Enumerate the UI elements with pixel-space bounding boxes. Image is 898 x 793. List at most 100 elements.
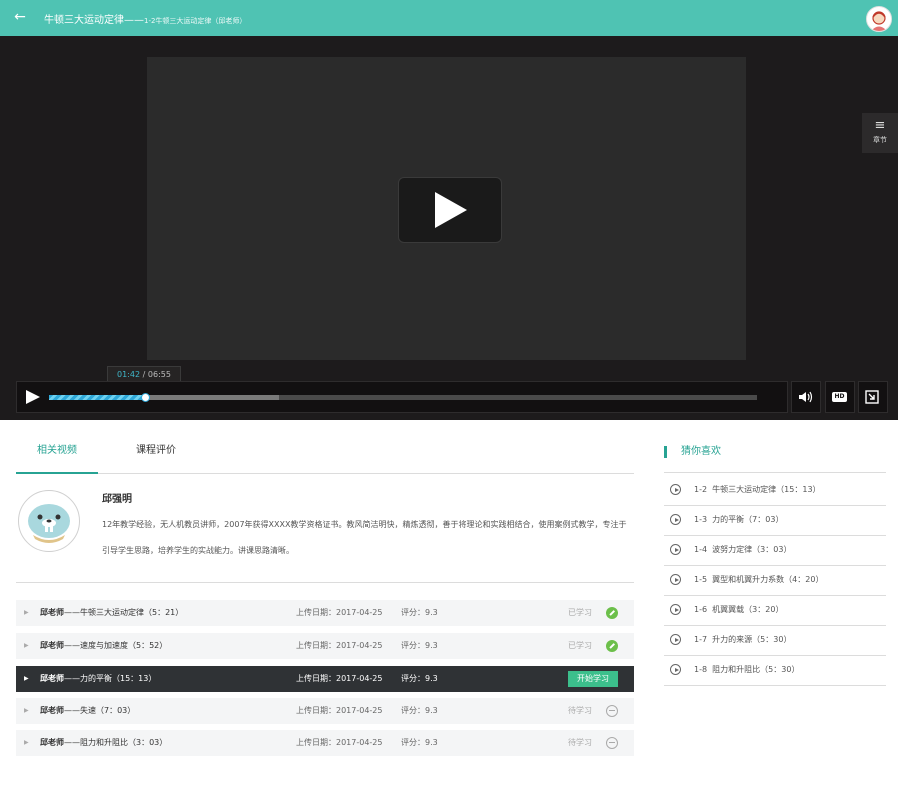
start-learning-button[interactable]: 开始学习 bbox=[568, 671, 618, 687]
recommend-item-number: 1-4 bbox=[694, 545, 708, 554]
lesson-score: 评分：9.3 bbox=[401, 738, 438, 747]
tab-related-videos[interactable]: 相关视频 bbox=[16, 435, 98, 474]
time-separator: / bbox=[140, 370, 148, 379]
lesson-name: 邱老师——力的平衡（15：13） bbox=[40, 666, 156, 692]
play-circle-icon bbox=[670, 604, 681, 615]
progress-bar[interactable] bbox=[49, 393, 757, 402]
lesson-score: 评分：9.3 bbox=[401, 608, 438, 617]
divider bbox=[664, 472, 886, 473]
lesson-row[interactable]: ▶ 邱老师——速度与加速度（5：52） 上传日期：2017-04-25 评分：9… bbox=[16, 633, 634, 659]
lesson-status: 待学习 bbox=[568, 706, 592, 715]
lesson-row-current[interactable]: ▶ 邱老师——力的平衡（15：13） 上传日期：2017-04-25 评分：9.… bbox=[16, 666, 634, 692]
recommend-item[interactable]: 1-3 力的平衡（7：03） bbox=[664, 505, 886, 536]
lesson-teacher: 邱老师 bbox=[40, 608, 64, 617]
lesson-name: 邱老师——速度与加速度（5：52） bbox=[40, 633, 167, 659]
user-avatar[interactable] bbox=[866, 6, 892, 32]
content-tabs: 相关视频 课程评价 bbox=[16, 435, 634, 474]
play-circle-icon bbox=[670, 574, 681, 585]
recommend-item-title: 阻力和升阻比（5：30） bbox=[712, 665, 800, 674]
play-circle-icon bbox=[670, 544, 681, 555]
recommend-item-number: 1-3 bbox=[694, 515, 708, 524]
lesson-title: ——力的平衡（15：13） bbox=[64, 674, 157, 683]
divider bbox=[16, 582, 634, 583]
recommend-item-text: 1-4 波努力定律（3：03） bbox=[694, 535, 791, 565]
expand-arrow-icon: ▶ bbox=[24, 707, 29, 714]
pending-icon bbox=[606, 737, 618, 749]
lesson-teacher: 邱老师 bbox=[40, 738, 64, 747]
played-bar bbox=[49, 395, 145, 400]
play-icon bbox=[26, 390, 40, 404]
lesson-name: 邱老师——失速（7：03） bbox=[40, 698, 135, 724]
chapter-button[interactable]: ≡ 章节 bbox=[862, 113, 898, 153]
back-arrow-icon[interactable]: ← bbox=[12, 9, 28, 25]
lesson-row[interactable]: ▶ 邱老师——失速（7：03） 上传日期：2017-04-25 评分：9.3 待… bbox=[16, 698, 634, 724]
volume-icon bbox=[799, 391, 813, 403]
play-circle-icon bbox=[670, 514, 681, 525]
hd-label: HD bbox=[832, 392, 847, 402]
top-bar: ← 牛顿三大运动定律——1-2牛顿三大运动定律（邱老师） bbox=[0, 0, 898, 36]
teacher-description: 12年教学经验，无人机教员讲师，2007年获得XXXX教学资格证书。教风简洁明快… bbox=[102, 520, 627, 555]
lesson-title: ——速度与加速度（5：52） bbox=[64, 641, 168, 650]
recommend-item-text: 1-2 牛顿三大运动定律（15：13） bbox=[694, 475, 821, 505]
recommend-item[interactable]: 1-2 牛顿三大运动定律（15：13） bbox=[664, 475, 886, 506]
play-circle-icon bbox=[670, 634, 681, 645]
recommend-item-number: 1-8 bbox=[694, 665, 708, 674]
page-title: 牛顿三大运动定律——1-2牛顿三大运动定律（邱老师） bbox=[44, 11, 246, 26]
expand-arrow-icon: ▶ bbox=[24, 609, 29, 616]
lesson-status: 待学习 bbox=[568, 738, 592, 747]
lesson-row[interactable]: ▶ 邱老师——阻力和升阻比（3：03） 上传日期：2017-04-25 评分：9… bbox=[16, 730, 634, 756]
recommend-item-number: 1-6 bbox=[694, 605, 708, 614]
recommend-item[interactable]: 1-6 机翼翼载（3：20） bbox=[664, 595, 886, 626]
lesson-subtitle: 1-2牛顿三大运动定律（邱老师） bbox=[144, 17, 247, 25]
tab-course-review[interactable]: 课程评价 bbox=[116, 435, 196, 472]
recommend-item[interactable]: 1-5 翼型和机翼升力系数（4：20） bbox=[664, 565, 886, 596]
hd-button[interactable]: HD bbox=[825, 381, 855, 413]
fullscreen-icon bbox=[865, 390, 879, 404]
play-circle-icon bbox=[670, 484, 681, 495]
lesson-score: 评分：9.3 bbox=[401, 641, 438, 650]
progress-handle[interactable] bbox=[140, 393, 150, 402]
recommend-item-title: 波努力定律（3：03） bbox=[712, 545, 792, 554]
lesson-row[interactable]: ▶ 邱老师——牛顿三大运动定律（5：21） 上传日期：2017-04-25 评分… bbox=[16, 600, 634, 626]
recommend-item-title: 牛顿三大运动定律（15：13） bbox=[712, 485, 821, 494]
expand-arrow-icon: ▶ bbox=[24, 739, 29, 746]
chapter-label: 章节 bbox=[873, 136, 887, 144]
recommend-item-text: 1-8 阻力和升阻比（5：30） bbox=[694, 655, 799, 685]
current-time: 01:42 bbox=[117, 370, 141, 379]
lesson-title: ——阻力和升阻比（3：03） bbox=[64, 738, 168, 747]
lesson-teacher: 邱老师 bbox=[40, 706, 64, 715]
lesson-name: 邱老师——牛顿三大运动定律（5：21） bbox=[40, 600, 183, 626]
lesson-status: 已学习 bbox=[568, 608, 592, 617]
expand-arrow-icon: ▶ bbox=[24, 642, 29, 649]
lesson-name: 邱老师——阻力和升阻比（3：03） bbox=[40, 730, 167, 756]
fullscreen-button[interactable] bbox=[858, 381, 888, 413]
recommend-item-title: 机翼翼载（3：20） bbox=[712, 605, 784, 614]
recommend-item-title: 升力的来源（5：30） bbox=[712, 635, 792, 644]
play-icon bbox=[435, 192, 467, 228]
seal-mascot-icon bbox=[20, 492, 78, 550]
lesson-teacher: 邱老师 bbox=[40, 641, 64, 650]
recommend-item[interactable]: 1-8 阻力和升阻比（5：30） bbox=[664, 655, 886, 686]
completed-check-icon bbox=[606, 640, 618, 652]
lesson-date: 上传日期：2017-04-25 bbox=[296, 608, 383, 617]
lesson-date: 上传日期：2017-04-25 bbox=[296, 674, 383, 683]
play-circle-icon bbox=[670, 664, 681, 675]
lesson-teacher: 邱老师 bbox=[40, 674, 64, 683]
menu-icon: ≡ bbox=[874, 118, 886, 133]
user-avatar-icon bbox=[871, 11, 887, 31]
recommend-item[interactable]: 1-7 升力的来源（5：30） bbox=[664, 625, 886, 656]
lesson-date: 上传日期：2017-04-25 bbox=[296, 641, 383, 650]
play-button[interactable] bbox=[25, 389, 41, 408]
volume-button[interactable] bbox=[791, 381, 821, 413]
recommend-item-text: 1-6 机翼翼载（3：20） bbox=[694, 595, 783, 625]
lesson-title: ——失速（7：03） bbox=[64, 706, 136, 715]
lesson-score: 评分：9.3 bbox=[401, 674, 438, 683]
recommend-item-number: 1-5 bbox=[694, 575, 708, 584]
video-screen[interactable] bbox=[147, 57, 746, 360]
pending-icon bbox=[606, 705, 618, 717]
recommend-heading: 猜你喜欢 bbox=[664, 444, 721, 460]
big-play-button[interactable] bbox=[398, 177, 502, 243]
recommend-item-title: 力的平衡（7：03） bbox=[712, 515, 784, 524]
recommend-item[interactable]: 1-4 波努力定律（3：03） bbox=[664, 535, 886, 566]
expand-arrow-icon: ▶ bbox=[24, 675, 29, 682]
